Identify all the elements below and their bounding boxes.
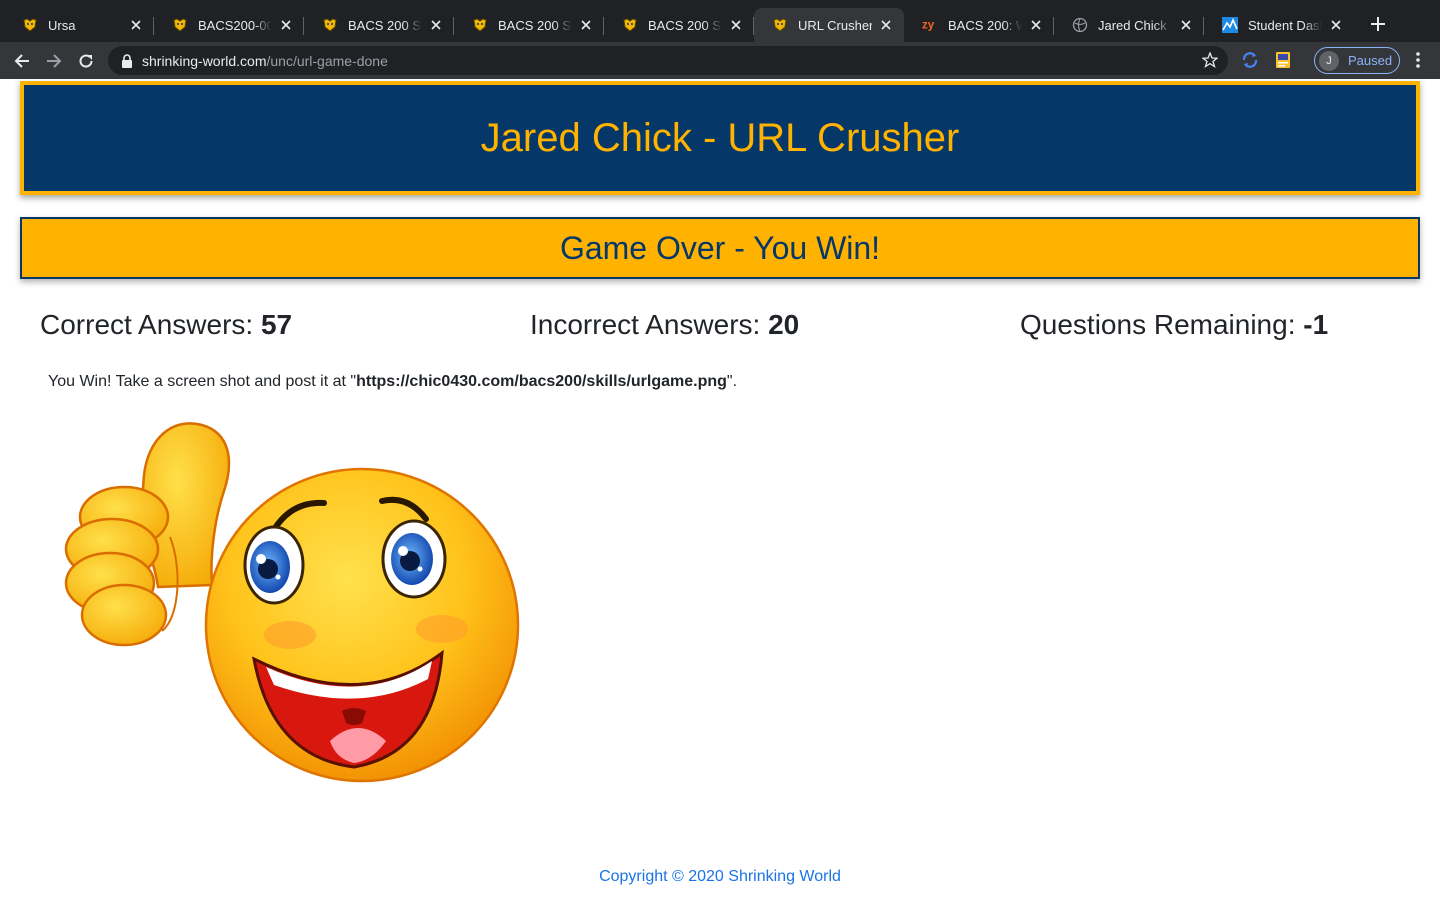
sync-extension-icon[interactable] [1240,50,1260,70]
tab-title: BACS 200 Sens [648,17,722,33]
close-icon[interactable] [128,17,144,33]
tab-title: Ursa [48,17,76,33]
zybooks-icon: zy [922,17,938,33]
smiley-face-icon [204,467,520,783]
close-icon[interactable] [578,17,594,33]
address-bar[interactable]: shrinking-world.com/unc/url-game-done [108,46,1228,75]
tab-strip: Ursa BACS200-008 W BACS 200 Sens BACS 20… [0,0,1440,42]
browser-tab[interactable]: Student Dashbo [1204,8,1354,42]
tab-title: BACS200-008 W [198,17,272,33]
close-icon[interactable] [1028,17,1044,33]
profile-status-label: Paused [1348,53,1393,68]
avatar: J [1319,50,1339,71]
new-tab-button[interactable] [1364,10,1392,38]
forward-button[interactable] [38,45,70,77]
score-summary: Correct Answers: 57 Incorrect Answers: 2… [0,309,1440,349]
close-icon[interactable] [1328,17,1344,33]
browser-tab[interactable]: BACS 200 Sens [304,8,454,42]
kebab-menu-icon[interactable] [1410,50,1426,70]
copyright-footer[interactable]: Copyright © 2020 Shrinking World [0,868,1440,886]
profile-button[interactable]: J Paused [1314,47,1400,74]
browser-tab[interactable]: Ursa [4,8,154,42]
browser-tab[interactable]: BACS 200 Sens [454,8,604,42]
tab-title: BACS 200 Sens [348,17,422,33]
status-banner: Game Over - You Win! [20,217,1420,279]
incorrect-answers: Incorrect Answers: 20 [530,309,800,340]
unc-bear-icon [472,17,488,33]
close-icon[interactable] [878,17,894,33]
screenshot-url: https://chic0430.com/bacs200/skills/urlg… [356,373,727,390]
web-page: Jared Chick - URL Crusher Game Over - Yo… [0,79,1440,900]
status-title: Game Over - You Win! [559,229,881,266]
unc-bear-icon [322,17,338,33]
remaining-count: -1 [1303,309,1329,340]
correct-answers: Correct Answers: 57 [40,309,293,340]
questions-remaining: Questions Remaining: -1 [1020,309,1329,340]
browser-tab[interactable]: BACS200-008 W [154,8,304,42]
url-text: shrinking-world.com/unc/url-game-done [142,52,388,69]
globe-icon [1072,17,1088,33]
close-icon[interactable] [278,17,294,33]
browser-tab[interactable]: zy BACS 200: Web [904,8,1054,42]
unc-bear-icon [772,17,788,33]
unc-bear-icon [622,17,638,33]
browser-tab[interactable]: BACS 200 Sens [604,8,754,42]
incorrect-count: 20 [768,309,800,340]
tab-title: URL Crusher [798,17,872,33]
close-icon[interactable] [728,17,744,33]
page-title: Jared Chick - URL Crusher [480,115,960,160]
bookmark-star-icon[interactable] [1201,51,1219,69]
close-icon[interactable] [1178,17,1194,33]
unc-bear-icon [172,17,188,33]
back-button[interactable] [6,45,38,77]
tab-title: BACS 200: Web [948,17,1022,33]
browser-toolbar: shrinking-world.com/unc/url-game-done J … [0,42,1440,79]
tab-title: BACS 200 Sens [498,17,572,33]
win-message: You Win! Take a screen shot and post it … [48,373,738,390]
browser-tab-active[interactable]: URL Crusher [754,8,904,42]
dashboard-icon [1222,17,1238,33]
unc-bear-icon [22,17,38,33]
close-icon[interactable] [428,17,444,33]
tab-title: Student Dashbo [1248,17,1322,33]
tab-title: Jared Chick BA [1098,17,1172,33]
lock-icon [120,53,134,68]
thumbs-up-hand-icon [64,422,231,647]
svg-text:zy: zy [922,20,935,32]
browser-tab[interactable]: Jared Chick BA [1054,8,1204,42]
correct-count: 57 [260,309,293,340]
reload-button[interactable] [70,45,102,77]
thumbs-up-smiley-image [64,422,520,783]
document-extension-icon[interactable] [1273,50,1293,70]
header-banner: Jared Chick - URL Crusher [20,81,1420,195]
